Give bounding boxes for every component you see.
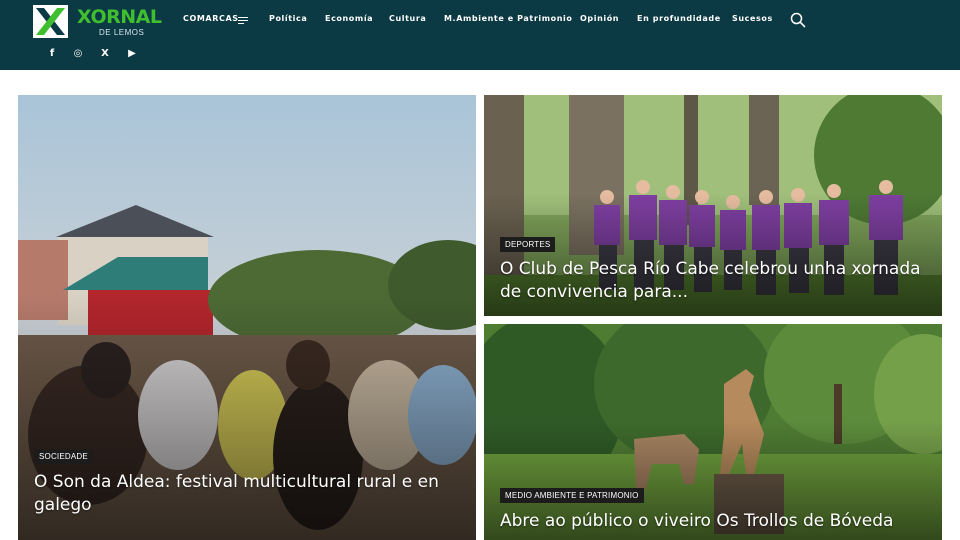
nav-item-opinion[interactable]: Opinión — [580, 14, 619, 23]
category-badge[interactable]: DEPORTES — [500, 237, 556, 252]
site-logo[interactable]: XORNAL DE LEMOS — [33, 5, 165, 39]
youtube-icon[interactable]: ▶ — [125, 47, 139, 61]
nav-item-cultura[interactable]: Cultura — [389, 14, 426, 23]
logo-title: XORNAL — [77, 6, 162, 28]
nav-item-label: COMARCAS — [183, 14, 239, 23]
nav-item-comarcas[interactable]: COMARCAS — [183, 14, 239, 23]
article-title[interactable]: Abre ao público o viveiro Os Trollos de … — [500, 510, 930, 533]
featured-article-card[interactable]: SOCIEDADE O Son da Aldea: festival multi… — [18, 95, 476, 540]
instagram-icon[interactable]: ◎ — [71, 47, 85, 61]
nav-item-sucesos[interactable]: Sucesos — [732, 14, 773, 23]
category-badge[interactable]: SOCIEDADE — [34, 449, 93, 464]
logo-x-mark-icon — [33, 5, 68, 38]
article-title[interactable]: O Son da Aldea: festival multicultural r… — [34, 471, 464, 517]
article-card[interactable]: MEDIO AMBIENTE E PATRIMONIO Abre ao públ… — [484, 324, 942, 540]
nav-item-en-profundidade[interactable]: En profundidade — [637, 14, 721, 23]
category-badge[interactable]: MEDIO AMBIENTE E PATRIMONIO — [500, 488, 644, 503]
article-title[interactable]: O Club de Pesca Río Cabe celebrou unha x… — [500, 258, 930, 304]
nav-item-medio-ambiente[interactable]: M.Ambiente e Patrimonio — [444, 14, 573, 23]
site-header: XORNAL DE LEMOS COMARCAS Política Econom… — [0, 0, 960, 70]
nav-item-economia[interactable]: Economía — [325, 14, 373, 23]
nav-item-politica[interactable]: Política — [269, 14, 307, 23]
menu-icon[interactable] — [238, 17, 248, 25]
facebook-icon[interactable]: f — [45, 47, 59, 61]
article-card[interactable]: DEPORTES O Club de Pesca Río Cabe celebr… — [484, 95, 942, 316]
search-icon[interactable] — [790, 12, 806, 28]
x-icon[interactable]: X — [98, 47, 112, 61]
logo-subtitle: DE LEMOS — [99, 28, 145, 37]
